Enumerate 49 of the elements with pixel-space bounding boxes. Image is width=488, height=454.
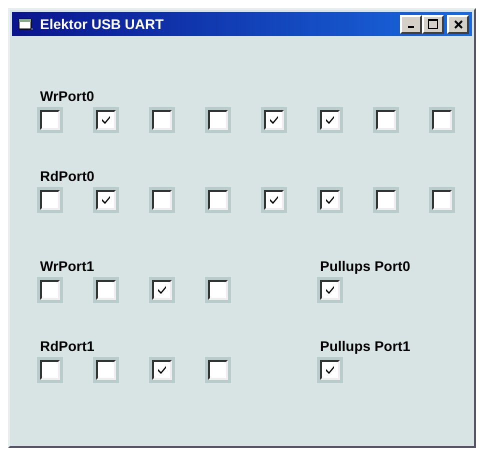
checkbox[interactable]	[40, 110, 60, 130]
group-label: WrPort1	[40, 258, 96, 274]
group-label: RdPort1	[40, 338, 96, 354]
maximize-button[interactable]	[422, 14, 444, 34]
checkbox[interactable]	[96, 110, 116, 130]
checkbox[interactable]	[264, 190, 284, 210]
checkbox[interactable]	[152, 360, 172, 380]
group-label: Pullups Port1	[320, 338, 410, 354]
check-icon	[324, 194, 336, 206]
checkbox[interactable]	[96, 280, 116, 300]
window-title: Elektor USB UART	[40, 16, 164, 32]
checkbox[interactable]	[376, 190, 396, 210]
group-label: RdPort0	[40, 168, 96, 184]
checkbox[interactable]	[96, 360, 116, 380]
checkbox[interactable]	[96, 190, 116, 210]
check-icon	[268, 114, 280, 126]
checkbox[interactable]	[40, 360, 60, 380]
check-icon	[268, 194, 280, 206]
checkbox[interactable]	[40, 280, 60, 300]
checkbox[interactable]	[320, 280, 340, 300]
check-icon	[324, 284, 336, 296]
checkbox[interactable]	[40, 190, 60, 210]
checkbox[interactable]	[320, 190, 340, 210]
checkbox[interactable]	[208, 110, 228, 130]
check-icon	[156, 364, 168, 376]
check-icon	[100, 194, 112, 206]
close-icon	[454, 20, 462, 28]
minimize-button[interactable]	[400, 14, 422, 34]
checkbox[interactable]	[152, 190, 172, 210]
checkbox[interactable]	[152, 280, 172, 300]
app-icon	[18, 17, 34, 31]
checkbox[interactable]	[264, 110, 284, 130]
checkbox[interactable]	[152, 110, 172, 130]
group-label: Pullups Port0	[320, 258, 410, 274]
checkbox[interactable]	[432, 190, 452, 210]
checkbox[interactable]	[432, 110, 452, 130]
checkbox[interactable]	[208, 360, 228, 380]
check-icon	[324, 114, 336, 126]
check-icon	[100, 114, 112, 126]
check-icon	[156, 284, 168, 296]
checkbox[interactable]	[320, 110, 340, 130]
close-button[interactable]	[447, 14, 469, 34]
checkbox[interactable]	[320, 360, 340, 380]
checkbox[interactable]	[208, 280, 228, 300]
maximize-icon	[428, 19, 438, 29]
checkbox[interactable]	[208, 190, 228, 210]
checkbox[interactable]	[376, 110, 396, 130]
check-icon	[324, 364, 336, 376]
group-label: WrPort0	[40, 88, 96, 104]
